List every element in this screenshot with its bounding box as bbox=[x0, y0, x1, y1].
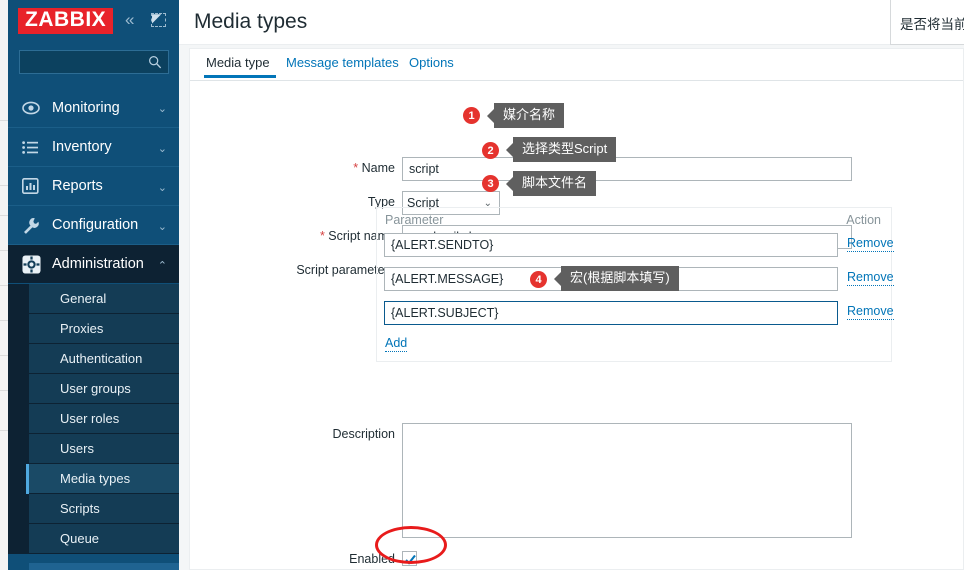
sidebar-bottom-bar bbox=[29, 563, 179, 570]
sidebar-label-media-types: Media types bbox=[60, 471, 131, 486]
param-row: Remove bbox=[384, 233, 894, 257]
chevron-down-icon: ⌄ bbox=[157, 221, 167, 233]
label-name: * Name bbox=[215, 161, 395, 175]
confirm-dialog-text: 是否将当前 bbox=[900, 17, 964, 32]
bar-chart-icon bbox=[22, 176, 48, 196]
param-remove-2[interactable]: Remove bbox=[847, 270, 894, 286]
sidebar-item-monitoring[interactable]: Monitoring ⌄ bbox=[8, 88, 179, 127]
wrench-icon bbox=[22, 215, 48, 235]
search-input[interactable] bbox=[20, 51, 168, 73]
sidebar-item-media-types[interactable]: Media types bbox=[26, 464, 179, 494]
sidebar-item-general[interactable]: General bbox=[29, 284, 179, 314]
search-box[interactable] bbox=[19, 50, 169, 74]
tab-options[interactable]: Options bbox=[409, 55, 454, 70]
sidebar-label-inventory: Inventory bbox=[52, 139, 112, 155]
label-description: Description bbox=[215, 427, 395, 441]
sidebar-label-authentication: Authentication bbox=[60, 351, 143, 366]
enabled-checkbox[interactable] bbox=[402, 551, 417, 566]
sidebar-label-proxies: Proxies bbox=[60, 321, 104, 336]
param-add-link[interactable]: Add bbox=[385, 336, 408, 352]
label-script-name: * Script name bbox=[215, 229, 395, 243]
sidebar-label-administration: Administration bbox=[52, 256, 144, 272]
chevron-down-icon: ⌄ bbox=[157, 182, 167, 194]
sidebar-item-scripts[interactable]: Scripts bbox=[29, 494, 179, 524]
label-description-text: Description bbox=[332, 427, 395, 441]
param-row: Remove bbox=[384, 301, 894, 325]
sidebar-item-queue[interactable]: Queue bbox=[29, 524, 179, 554]
sidebar-item-user-roles[interactable]: User roles bbox=[29, 404, 179, 434]
tab-media-type[interactable]: Media type bbox=[204, 55, 276, 78]
search-icon bbox=[149, 56, 162, 69]
chevron-down-icon: ⌄ bbox=[157, 103, 167, 115]
param-input-3[interactable] bbox=[384, 301, 838, 325]
annotation-tip-3: 脚本文件名 bbox=[513, 171, 597, 196]
tab-message-templates[interactable]: Message templates bbox=[286, 55, 399, 70]
required-marker: * bbox=[353, 161, 359, 175]
sidebar-label-users: Users bbox=[60, 441, 94, 456]
confirm-dialog[interactable]: 是否将当前 bbox=[890, 0, 964, 45]
sidebar-label-general: General bbox=[60, 291, 107, 306]
collapse-sidebar-icon[interactable]: « bbox=[125, 11, 134, 28]
page-header: Media types bbox=[179, 0, 964, 45]
sidebar-item-authentication[interactable]: Authentication bbox=[29, 344, 179, 374]
app-root: ZABBIX « ◤ Monitoring ⌄ Inventory ⌄ Repo… bbox=[0, 0, 964, 570]
sidebar-submenu: General Proxies Authentication User grou… bbox=[8, 284, 179, 554]
annotation-tip-2: 选择类型Script bbox=[513, 137, 617, 162]
label-type: Type bbox=[215, 195, 395, 209]
annotation-badge-4: 4 bbox=[530, 271, 547, 288]
zabbix-logo: ZABBIX bbox=[18, 8, 114, 34]
sidebar-item-proxies[interactable]: Proxies bbox=[29, 314, 179, 344]
list-icon bbox=[22, 137, 48, 157]
annotation-badge-1: 1 bbox=[463, 107, 480, 124]
sidebar-item-reports[interactable]: Reports ⌄ bbox=[8, 166, 179, 205]
window-left-edge bbox=[0, 0, 8, 570]
sidebar-label-user-groups: User groups bbox=[60, 381, 131, 396]
name-input[interactable] bbox=[402, 157, 852, 181]
eye-icon bbox=[22, 98, 48, 118]
annotation-tip-1: 媒介名称 bbox=[494, 103, 565, 128]
sidebar-item-user-groups[interactable]: User groups bbox=[29, 374, 179, 404]
sidebar-item-administration[interactable]: Administration ⌃ bbox=[8, 244, 179, 283]
sidebar-brand-row: ZABBIX « ◤ bbox=[8, 0, 179, 38]
label-name-text: Name bbox=[361, 161, 395, 175]
param-remove-1[interactable]: Remove bbox=[847, 236, 894, 252]
sidebar: ZABBIX « ◤ Monitoring ⌄ Inventory ⌄ Repo… bbox=[8, 0, 179, 570]
chevron-up-icon: ⌃ bbox=[157, 260, 167, 272]
required-marker: * bbox=[319, 229, 325, 243]
tab-bar: Media type Message templates Options bbox=[190, 49, 963, 81]
description-textarea[interactable] bbox=[402, 423, 852, 538]
sidebar-label-scripts: Scripts bbox=[60, 501, 100, 516]
param-remove-3[interactable]: Remove bbox=[847, 304, 894, 320]
label-script-parameters: Script parameters bbox=[215, 263, 395, 277]
sidebar-label-user-roles: User roles bbox=[60, 411, 120, 426]
sidebar-item-configuration[interactable]: Configuration ⌄ bbox=[8, 205, 179, 244]
annotation-tip-4: 宏(根据脚本填写) bbox=[561, 266, 679, 291]
annotation-badge-3: 3 bbox=[482, 175, 499, 192]
gear-icon bbox=[22, 254, 48, 274]
sidebar-label-queue: Queue bbox=[60, 531, 100, 546]
page-title: Media types bbox=[194, 10, 308, 33]
sidebar-label-configuration: Configuration bbox=[52, 217, 139, 233]
check-icon bbox=[405, 554, 416, 565]
column-header-parameter: Parameter bbox=[385, 213, 444, 227]
column-header-action: Action bbox=[846, 213, 881, 227]
sidebar-label-monitoring: Monitoring bbox=[52, 99, 120, 116]
chevron-down-icon: ⌄ bbox=[157, 143, 167, 155]
sidebar-item-users[interactable]: Users bbox=[29, 434, 179, 464]
param-input-1[interactable] bbox=[384, 233, 838, 257]
label-enabled: Enabled bbox=[215, 552, 395, 566]
sidebar-nav: Monitoring ⌄ Inventory ⌄ Reports ⌄ Confi… bbox=[8, 88, 179, 283]
sidebar-label-reports: Reports bbox=[52, 178, 103, 194]
annotation-badge-2: 2 bbox=[482, 142, 499, 159]
sidebar-item-inventory[interactable]: Inventory ⌄ bbox=[8, 127, 179, 166]
kiosk-mode-icon[interactable]: ◤ bbox=[151, 12, 166, 27]
label-enabled-text: Enabled bbox=[349, 552, 395, 566]
